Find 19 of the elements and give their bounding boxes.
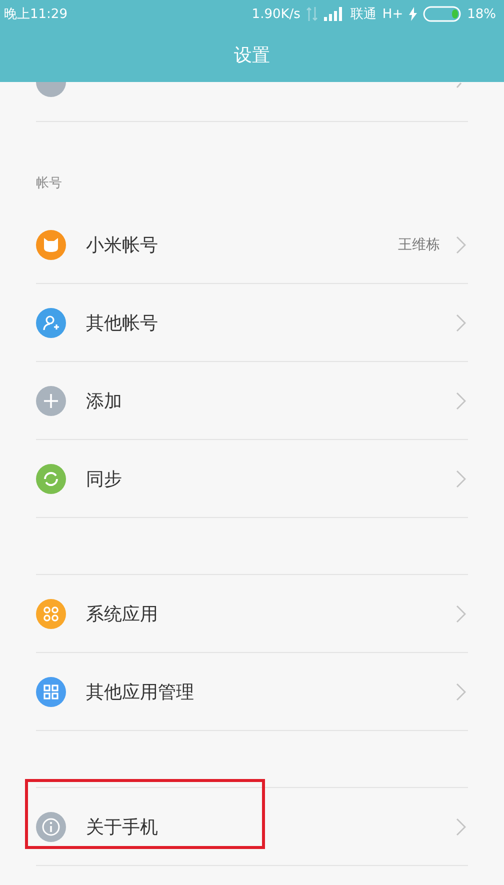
network-type: H+ [382,6,404,22]
row-label: 关于手机 [86,816,159,838]
status-time: 晚上11:29 [4,6,68,23]
row-label: 其他帐号 [86,312,159,334]
row-label: 其他应用管理 [86,680,195,704]
battery-icon [423,6,462,22]
row-label: 添加 [86,390,123,412]
charging-bolt-icon [409,7,418,21]
battery-percent: 18% [467,6,496,22]
signal-icon [324,6,344,22]
row-label: 系统应用 [86,602,159,626]
section-header: 帐号 [36,175,62,192]
row-label: 同步 [86,468,123,490]
page-title: 设置 [234,44,270,67]
carrier-name: 联通 [350,6,376,23]
row-value: 王维栋 [398,236,440,254]
data-arrows-icon [306,6,318,22]
row-label: 小米帐号 [86,234,159,256]
network-speed: 1.90K/s [252,6,300,22]
